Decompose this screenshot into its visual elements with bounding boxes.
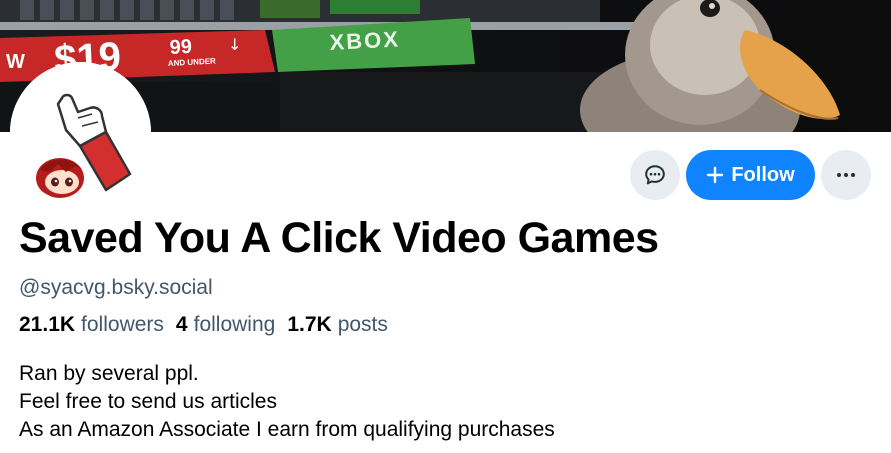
plus-icon <box>706 166 724 184</box>
following-link[interactable]: 4 following <box>176 313 275 337</box>
ellipsis-icon <box>837 173 855 177</box>
following-label: following <box>193 313 276 336</box>
display-name: Saved You A Click Video Games <box>19 214 659 262</box>
message-button[interactable] <box>630 150 680 200</box>
following-count: 4 <box>175 313 188 336</box>
more-options-button[interactable] <box>821 150 871 200</box>
bio-line: As an Amazon Associate I earn from quali… <box>19 418 555 441</box>
banner-arrow: ↓ <box>228 35 241 54</box>
profile-handle: @syacvg.bsky.social <box>19 276 213 299</box>
banner-cents: 99 <box>169 36 192 59</box>
posts-count-group: 1.7K posts <box>287 313 388 337</box>
banner-left-fragment: W <box>6 51 25 73</box>
avatar-illustration <box>10 62 151 203</box>
bio-line: Feel free to send us articles <box>19 390 277 413</box>
followers-link[interactable]: 21.1K followers <box>19 313 164 337</box>
posts-count: 1.7K <box>287 313 332 336</box>
bio-line: Ran by several ppl. <box>19 362 199 385</box>
profile-page: W $19 99 AND UNDER ↓ XBOX Follow Saved Y… <box>0 0 891 453</box>
chat-bubble-icon <box>645 165 665 185</box>
follow-button[interactable]: Follow <box>686 150 815 200</box>
follow-button-label: Follow <box>731 163 795 186</box>
followers-label: followers <box>81 313 164 336</box>
banner-xbox-text: XBOX <box>329 26 401 55</box>
profile-bio: Ran by several ppl. Feel free to send us… <box>19 360 555 444</box>
followers-count: 21.1K <box>19 313 76 336</box>
avatar[interactable] <box>10 62 151 203</box>
profile-stats: 21.1K followers 4 following 1.7K posts <box>19 313 388 337</box>
posts-label: posts <box>337 313 388 336</box>
